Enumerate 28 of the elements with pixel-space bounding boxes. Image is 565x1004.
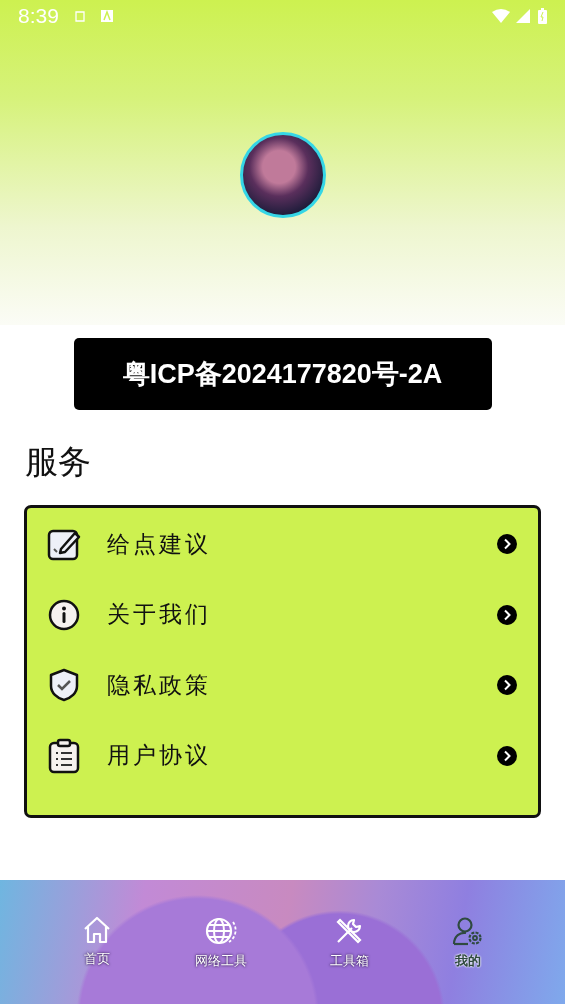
chevron-right-icon [496,744,518,767]
service-label: 关于我们 [107,600,212,630]
service-item[interactable]: 给点建议 [27,509,538,580]
chevron-right-icon [496,533,518,556]
clipboard-list-icon [47,737,81,774]
edit-icon [47,527,81,562]
chevron-right-icon [496,674,518,697]
service-label: 用户协议 [107,741,212,771]
service-label: 给点建议 [107,529,212,559]
battery-icon [538,8,547,24]
tools-icon [334,916,364,946]
status-time: 8:39 [18,4,59,28]
chevron-right-icon [496,603,518,626]
wifi-icon [492,9,510,23]
globe-icon [204,916,237,946]
service-item[interactable]: 隐私政策 [27,650,538,721]
service-item[interactable]: 关于我们 [27,579,538,650]
signal-icon [516,9,530,23]
icp-banner: 粤ICP备2024177820号-2A [73,338,492,410]
section-title: 服务 [25,441,92,483]
shield-check-icon [47,668,81,703]
info-icon [47,597,81,632]
notification-icon [72,9,87,23]
user-settings-icon [451,916,484,946]
service-item[interactable]: 用户协议 [27,720,538,791]
app-notification-icon [100,10,113,22]
nav-tab[interactable]: 工具箱 [325,914,373,972]
service-label: 隐私政策 [107,670,212,700]
